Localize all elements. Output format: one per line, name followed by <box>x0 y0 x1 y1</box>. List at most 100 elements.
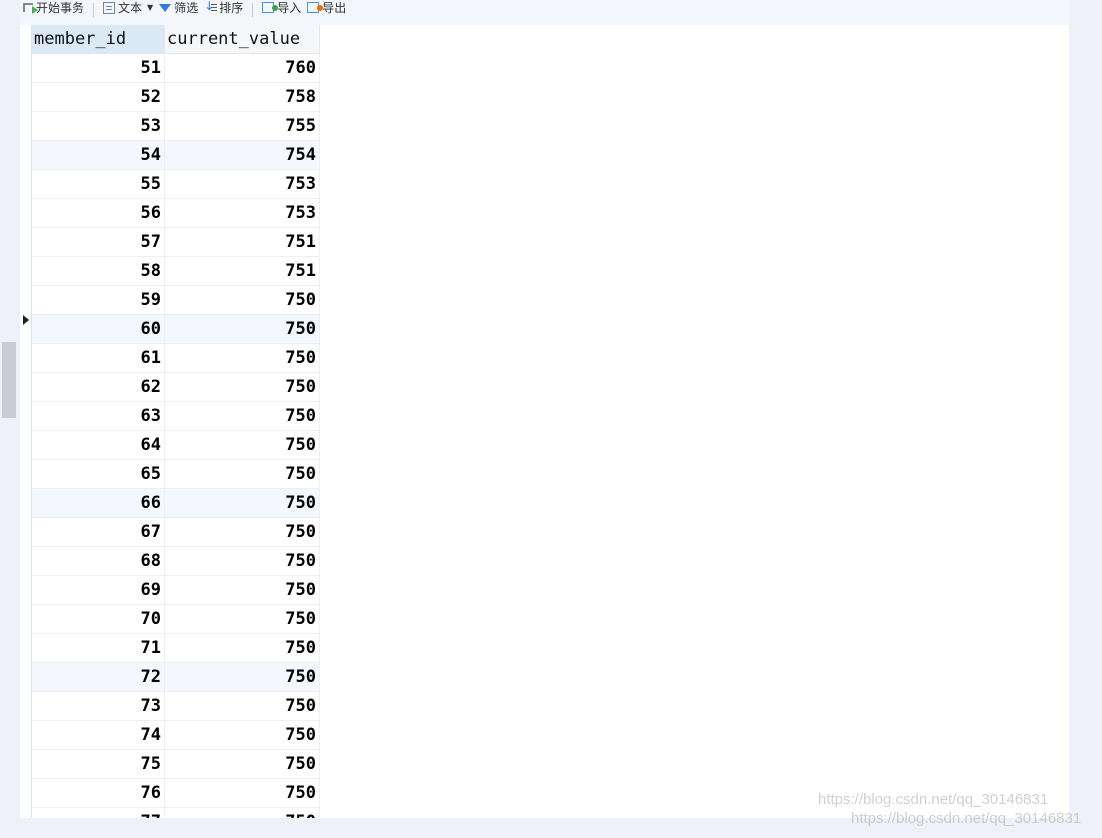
cell-member-id[interactable]: 62 <box>32 372 165 402</box>
cell-member-id[interactable]: 55 <box>32 169 165 199</box>
toolbar: 开始事务 文本 ▼ 筛选 排序 导入 导出 <box>20 0 1069 25</box>
cell-member-id[interactable]: 74 <box>32 720 165 750</box>
cell-member-id[interactable]: 76 <box>32 778 165 808</box>
cell-current-value[interactable]: 750 <box>164 546 320 576</box>
cell-member-id[interactable]: 54 <box>32 140 165 170</box>
cell-member-id[interactable]: 53 <box>32 111 165 141</box>
table-row[interactable]: 72 750 <box>32 662 320 692</box>
table-row[interactable]: 67 750 <box>32 517 320 547</box>
cell-current-value[interactable]: 750 <box>164 314 320 344</box>
sort-button[interactable]: 排序 <box>201 0 246 20</box>
table-row[interactable]: 75 750 <box>32 749 320 779</box>
cell-member-id[interactable]: 73 <box>32 691 165 721</box>
cell-member-id[interactable]: 65 <box>32 459 165 489</box>
cell-current-value[interactable]: 750 <box>164 807 320 818</box>
left-gutter <box>0 25 19 818</box>
cell-member-id[interactable]: 61 <box>32 343 165 373</box>
cell-current-value[interactable]: 750 <box>164 343 320 373</box>
cell-member-id[interactable]: 58 <box>32 256 165 286</box>
cell-current-value[interactable]: 750 <box>164 517 320 547</box>
table-row[interactable]: 73 750 <box>32 691 320 721</box>
column-header-member-id[interactable]: member_id <box>32 25 165 54</box>
table-row[interactable]: 52 758 <box>32 82 320 112</box>
cell-member-id[interactable]: 51 <box>32 53 165 83</box>
table-row[interactable]: 57 751 <box>32 227 320 257</box>
table-row[interactable]: 61 750 <box>32 343 320 373</box>
cell-current-value[interactable]: 760 <box>164 53 320 83</box>
cell-current-value[interactable]: 750 <box>164 575 320 605</box>
cell-current-value[interactable]: 750 <box>164 488 320 518</box>
cell-current-value[interactable]: 750 <box>164 662 320 692</box>
table-row[interactable]: 51 760 <box>32 53 320 83</box>
table-row[interactable]: 53 755 <box>32 111 320 141</box>
cell-current-value[interactable]: 751 <box>164 256 320 286</box>
table-row[interactable]: 62 750 <box>32 372 320 402</box>
table-row[interactable]: 63 750 <box>32 401 320 431</box>
table-row[interactable]: 64 750 <box>32 430 320 460</box>
cell-current-value[interactable]: 754 <box>164 140 320 170</box>
cell-member-id[interactable]: 56 <box>32 198 165 228</box>
scrollbar-thumb[interactable] <box>2 342 16 418</box>
cell-current-value[interactable]: 751 <box>164 227 320 257</box>
cell-current-value[interactable]: 750 <box>164 633 320 663</box>
cell-current-value[interactable]: 750 <box>164 430 320 460</box>
table-row[interactable]: 54 754 <box>32 140 320 170</box>
table-row[interactable]: 60 750 <box>32 314 320 344</box>
cell-member-id[interactable]: 52 <box>32 82 165 112</box>
table-row[interactable]: 59 750 <box>32 285 320 315</box>
cell-current-value[interactable]: 750 <box>164 285 320 315</box>
cell-current-value[interactable]: 758 <box>164 82 320 112</box>
cell-member-id[interactable]: 77 <box>32 807 165 818</box>
cell-current-value[interactable]: 753 <box>164 198 320 228</box>
table-row[interactable]: 56 753 <box>32 198 320 228</box>
cell-current-value[interactable]: 755 <box>164 111 320 141</box>
cell-current-value[interactable]: 750 <box>164 691 320 721</box>
table-row[interactable]: 58 751 <box>32 256 320 286</box>
table-row[interactable]: 74 750 <box>32 720 320 750</box>
begin-transaction-button[interactable]: 开始事务 <box>20 0 87 20</box>
sort-label: 排序 <box>219 1 244 15</box>
cell-member-id[interactable]: 70 <box>32 604 165 634</box>
cell-member-id[interactable]: 60 <box>32 314 165 344</box>
begin-transaction-icon <box>23 3 38 14</box>
cell-member-id[interactable]: 63 <box>32 401 165 431</box>
cell-member-id[interactable]: 64 <box>32 430 165 460</box>
cell-member-id[interactable]: 72 <box>32 662 165 692</box>
table-row[interactable]: 76 750 <box>32 778 320 808</box>
cell-current-value[interactable]: 750 <box>164 720 320 750</box>
cell-member-id[interactable]: 71 <box>32 633 165 663</box>
cell-current-value[interactable]: 750 <box>164 604 320 634</box>
cell-member-id[interactable]: 59 <box>32 285 165 315</box>
export-label: 导出 <box>322 1 347 15</box>
cell-current-value[interactable]: 750 <box>164 459 320 489</box>
filter-button[interactable]: 筛选 <box>156 0 201 20</box>
toolbar-separator <box>93 2 95 17</box>
grid-header-row: member_id current_value <box>32 25 320 54</box>
table-row[interactable]: 70 750 <box>32 604 320 634</box>
table-row[interactable]: 66 750 <box>32 488 320 518</box>
column-header-current-value[interactable]: current_value <box>164 25 320 54</box>
cell-member-id[interactable]: 66 <box>32 488 165 518</box>
table-row[interactable]: 65 750 <box>32 459 320 489</box>
cell-current-value[interactable]: 750 <box>164 778 320 808</box>
table-row[interactable]: 55 753 <box>32 169 320 199</box>
chevron-down-icon[interactable]: ▼ <box>147 3 153 12</box>
table-row[interactable]: 77750 <box>32 807 320 818</box>
cell-member-id[interactable]: 75 <box>32 749 165 779</box>
table-row[interactable]: 71 750 <box>32 633 320 663</box>
grid-body: 51 760 52 758 53 755 54 754 55 753 56 753 57 751 58 751… <box>32 53 320 818</box>
sort-icon <box>204 0 218 14</box>
cell-current-value[interactable]: 753 <box>164 169 320 199</box>
cell-member-id[interactable]: 68 <box>32 546 165 576</box>
cell-current-value[interactable]: 750 <box>164 749 320 779</box>
import-button[interactable]: 导入 <box>259 0 304 20</box>
table-row[interactable]: 68 750 <box>32 546 320 576</box>
cell-member-id[interactable]: 57 <box>32 227 165 257</box>
text-button[interactable]: 文本 ▼ <box>100 0 156 20</box>
cell-current-value[interactable]: 750 <box>164 401 320 431</box>
table-row[interactable]: 69 750 <box>32 575 320 605</box>
cell-member-id[interactable]: 67 <box>32 517 165 547</box>
export-button[interactable]: 导出 <box>304 0 349 20</box>
cell-current-value[interactable]: 750 <box>164 372 320 402</box>
cell-member-id[interactable]: 69 <box>32 575 165 605</box>
